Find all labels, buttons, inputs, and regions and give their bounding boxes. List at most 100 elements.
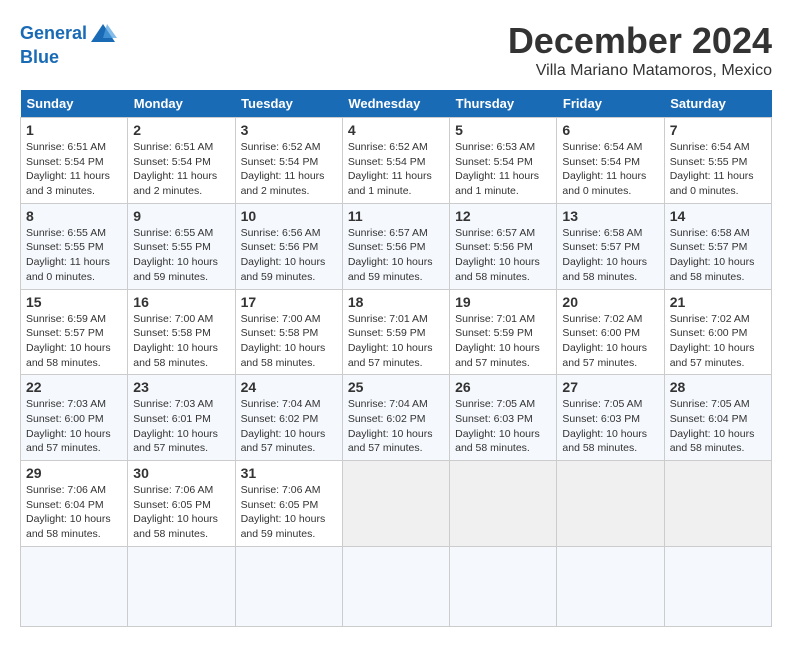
weekday-header: Wednesday xyxy=(342,90,449,118)
day-info: Sunrise: 7:06 AMSunset: 6:05 PMDaylight:… xyxy=(241,484,326,540)
calendar-cell: 22 Sunrise: 7:03 AMSunset: 6:00 PMDaylig… xyxy=(21,375,128,461)
day-info: Sunrise: 6:54 AMSunset: 5:55 PMDaylight:… xyxy=(670,141,754,197)
day-info: Sunrise: 7:01 AMSunset: 5:59 PMDaylight:… xyxy=(455,313,540,369)
day-number: 24 xyxy=(241,379,337,395)
calendar-cell: 6 Sunrise: 6:54 AMSunset: 5:54 PMDayligh… xyxy=(557,118,664,204)
calendar-cell: 15 Sunrise: 6:59 AMSunset: 5:57 PMDaylig… xyxy=(21,289,128,375)
calendar-cell: 17 Sunrise: 7:00 AMSunset: 5:58 PMDaylig… xyxy=(235,289,342,375)
calendar-cell: 10 Sunrise: 6:56 AMSunset: 5:56 PMDaylig… xyxy=(235,203,342,289)
day-number: 28 xyxy=(670,379,766,395)
day-number: 25 xyxy=(348,379,444,395)
weekday-header: Thursday xyxy=(450,90,557,118)
calendar-cell: 5 Sunrise: 6:53 AMSunset: 5:54 PMDayligh… xyxy=(450,118,557,204)
calendar-cell: 8 Sunrise: 6:55 AMSunset: 5:55 PMDayligh… xyxy=(21,203,128,289)
day-info: Sunrise: 6:55 AMSunset: 5:55 PMDaylight:… xyxy=(133,227,218,283)
day-number: 8 xyxy=(26,208,122,224)
calendar-row: 1 Sunrise: 6:51 AMSunset: 5:54 PMDayligh… xyxy=(21,118,772,204)
day-number: 3 xyxy=(241,122,337,138)
weekday-header: Monday xyxy=(128,90,235,118)
day-info: Sunrise: 6:55 AMSunset: 5:55 PMDaylight:… xyxy=(26,227,110,283)
day-number: 13 xyxy=(562,208,658,224)
calendar-row: 15 Sunrise: 6:59 AMSunset: 5:57 PMDaylig… xyxy=(21,289,772,375)
day-number: 31 xyxy=(241,465,337,481)
day-info: Sunrise: 6:56 AMSunset: 5:56 PMDaylight:… xyxy=(241,227,326,283)
calendar-cell xyxy=(235,546,342,626)
day-number: 9 xyxy=(133,208,229,224)
calendar-cell: 25 Sunrise: 7:04 AMSunset: 6:02 PMDaylig… xyxy=(342,375,449,461)
calendar-cell: 9 Sunrise: 6:55 AMSunset: 5:55 PMDayligh… xyxy=(128,203,235,289)
day-info: Sunrise: 7:06 AMSunset: 6:05 PMDaylight:… xyxy=(133,484,218,540)
day-number: 11 xyxy=(348,208,444,224)
calendar-cell xyxy=(450,461,557,547)
day-info: Sunrise: 6:53 AMSunset: 5:54 PMDaylight:… xyxy=(455,141,539,197)
calendar-cell xyxy=(664,461,771,547)
day-number: 12 xyxy=(455,208,551,224)
day-info: Sunrise: 7:00 AMSunset: 5:58 PMDaylight:… xyxy=(241,313,326,369)
day-info: Sunrise: 6:57 AMSunset: 5:56 PMDaylight:… xyxy=(348,227,433,283)
day-info: Sunrise: 7:04 AMSunset: 6:02 PMDaylight:… xyxy=(241,398,326,454)
day-number: 15 xyxy=(26,294,122,310)
day-info: Sunrise: 7:05 AMSunset: 6:03 PMDaylight:… xyxy=(455,398,540,454)
day-number: 19 xyxy=(455,294,551,310)
calendar-cell: 11 Sunrise: 6:57 AMSunset: 5:56 PMDaylig… xyxy=(342,203,449,289)
calendar-cell: 28 Sunrise: 7:05 AMSunset: 6:04 PMDaylig… xyxy=(664,375,771,461)
calendar-cell: 21 Sunrise: 7:02 AMSunset: 6:00 PMDaylig… xyxy=(664,289,771,375)
location: Villa Mariano Matamoros, Mexico xyxy=(508,62,772,80)
calendar-cell: 23 Sunrise: 7:03 AMSunset: 6:01 PMDaylig… xyxy=(128,375,235,461)
calendar-cell: 31 Sunrise: 7:06 AMSunset: 6:05 PMDaylig… xyxy=(235,461,342,547)
day-info: Sunrise: 7:06 AMSunset: 6:04 PMDaylight:… xyxy=(26,484,111,540)
day-info: Sunrise: 7:05 AMSunset: 6:03 PMDaylight:… xyxy=(562,398,647,454)
day-info: Sunrise: 7:04 AMSunset: 6:02 PMDaylight:… xyxy=(348,398,433,454)
calendar-cell: 18 Sunrise: 7:01 AMSunset: 5:59 PMDaylig… xyxy=(342,289,449,375)
day-number: 22 xyxy=(26,379,122,395)
calendar-table: SundayMondayTuesdayWednesdayThursdayFrid… xyxy=(20,90,772,627)
calendar-cell: 16 Sunrise: 7:00 AMSunset: 5:58 PMDaylig… xyxy=(128,289,235,375)
weekday-header: Tuesday xyxy=(235,90,342,118)
calendar-cell: 13 Sunrise: 6:58 AMSunset: 5:57 PMDaylig… xyxy=(557,203,664,289)
day-number: 10 xyxy=(241,208,337,224)
page-header: General Blue December 2024 Villa Mariano… xyxy=(20,20,772,80)
month-title: December 2024 xyxy=(508,20,772,62)
weekday-header-row: SundayMondayTuesdayWednesdayThursdayFrid… xyxy=(21,90,772,118)
day-number: 7 xyxy=(670,122,766,138)
calendar-cell xyxy=(450,546,557,626)
calendar-cell xyxy=(128,546,235,626)
day-number: 23 xyxy=(133,379,229,395)
day-info: Sunrise: 6:59 AMSunset: 5:57 PMDaylight:… xyxy=(26,313,111,369)
day-number: 2 xyxy=(133,122,229,138)
calendar-cell xyxy=(21,546,128,626)
day-info: Sunrise: 6:51 AMSunset: 5:54 PMDaylight:… xyxy=(26,141,110,197)
day-number: 29 xyxy=(26,465,122,481)
weekday-header: Saturday xyxy=(664,90,771,118)
day-info: Sunrise: 6:57 AMSunset: 5:56 PMDaylight:… xyxy=(455,227,540,283)
day-number: 26 xyxy=(455,379,551,395)
logo-text: General xyxy=(20,20,117,48)
logo: General Blue xyxy=(20,20,117,68)
day-info: Sunrise: 7:02 AMSunset: 6:00 PMDaylight:… xyxy=(670,313,755,369)
calendar-cell xyxy=(664,546,771,626)
day-info: Sunrise: 7:02 AMSunset: 6:00 PMDaylight:… xyxy=(562,313,647,369)
calendar-row: 29 Sunrise: 7:06 AMSunset: 6:04 PMDaylig… xyxy=(21,461,772,547)
day-info: Sunrise: 6:58 AMSunset: 5:57 PMDaylight:… xyxy=(670,227,755,283)
day-number: 30 xyxy=(133,465,229,481)
calendar-cell: 26 Sunrise: 7:05 AMSunset: 6:03 PMDaylig… xyxy=(450,375,557,461)
calendar-cell xyxy=(557,546,664,626)
day-info: Sunrise: 6:52 AMSunset: 5:54 PMDaylight:… xyxy=(241,141,325,197)
calendar-cell: 4 Sunrise: 6:52 AMSunset: 5:54 PMDayligh… xyxy=(342,118,449,204)
day-info: Sunrise: 6:52 AMSunset: 5:54 PMDaylight:… xyxy=(348,141,432,197)
calendar-cell xyxy=(557,461,664,547)
day-number: 21 xyxy=(670,294,766,310)
day-info: Sunrise: 7:00 AMSunset: 5:58 PMDaylight:… xyxy=(133,313,218,369)
day-info: Sunrise: 7:05 AMSunset: 6:04 PMDaylight:… xyxy=(670,398,755,454)
calendar-cell: 19 Sunrise: 7:01 AMSunset: 5:59 PMDaylig… xyxy=(450,289,557,375)
weekday-header: Sunday xyxy=(21,90,128,118)
day-number: 18 xyxy=(348,294,444,310)
day-info: Sunrise: 7:03 AMSunset: 6:01 PMDaylight:… xyxy=(133,398,218,454)
calendar-cell: 29 Sunrise: 7:06 AMSunset: 6:04 PMDaylig… xyxy=(21,461,128,547)
day-number: 14 xyxy=(670,208,766,224)
calendar-row: 8 Sunrise: 6:55 AMSunset: 5:55 PMDayligh… xyxy=(21,203,772,289)
calendar-cell: 20 Sunrise: 7:02 AMSunset: 6:00 PMDaylig… xyxy=(557,289,664,375)
calendar-cell: 3 Sunrise: 6:52 AMSunset: 5:54 PMDayligh… xyxy=(235,118,342,204)
day-info: Sunrise: 6:54 AMSunset: 5:54 PMDaylight:… xyxy=(562,141,646,197)
day-info: Sunrise: 6:58 AMSunset: 5:57 PMDaylight:… xyxy=(562,227,647,283)
